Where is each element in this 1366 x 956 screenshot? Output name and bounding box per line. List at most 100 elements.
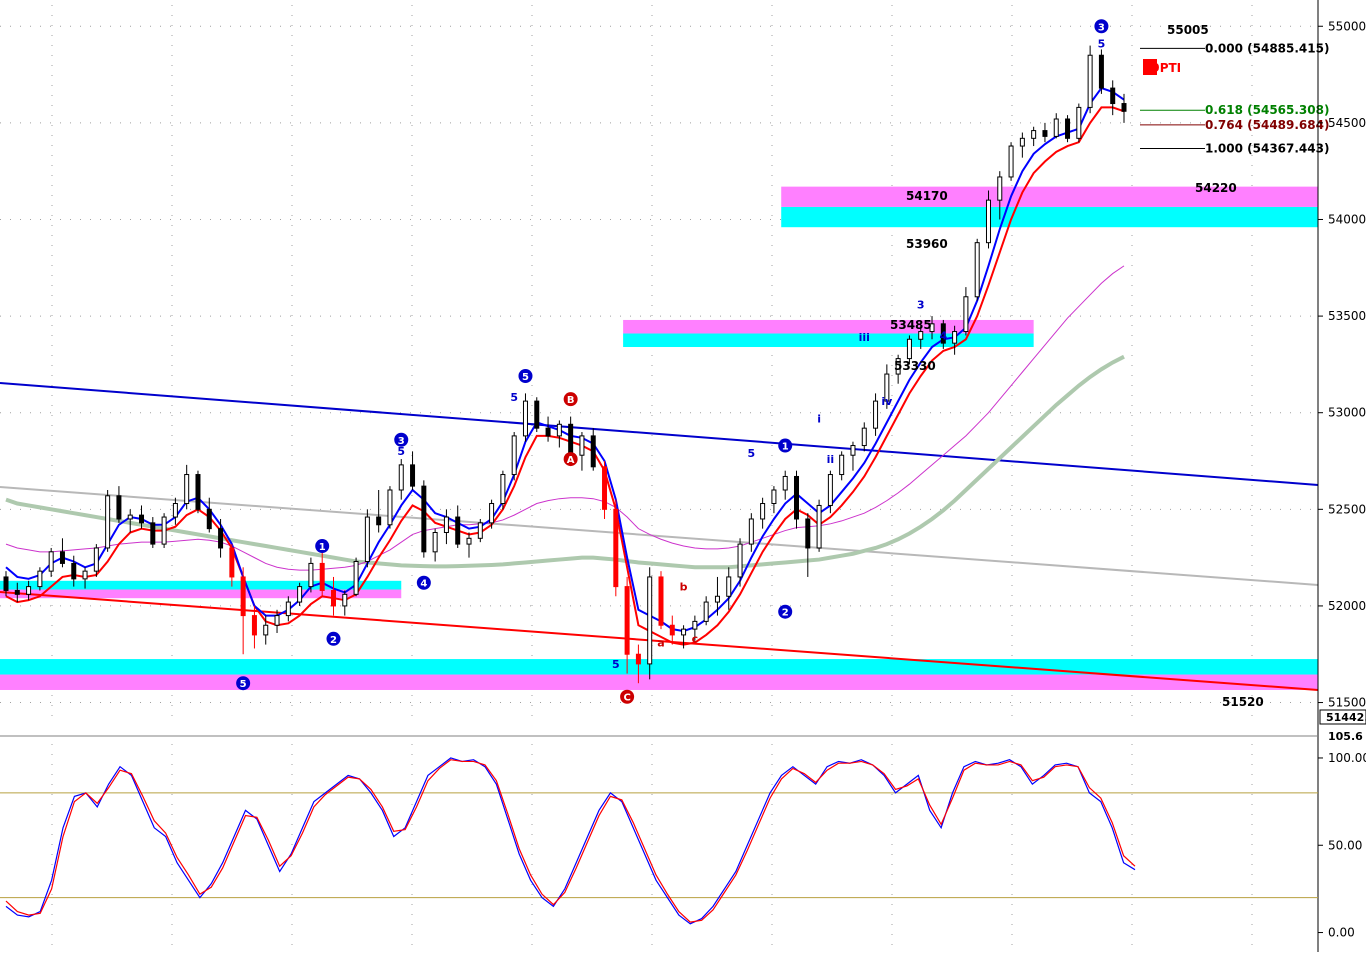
candle-body [522, 400, 528, 437]
wave-marker-label: 5 [240, 679, 247, 690]
wave-label: iv [881, 395, 893, 408]
candle-body [82, 570, 88, 580]
candle-body [477, 522, 483, 539]
candle-body [511, 435, 517, 476]
candle-body [647, 576, 653, 665]
price-label-55005: 55005 [1167, 23, 1209, 37]
candle-body [489, 503, 495, 524]
fib-level-label: 0.000 (54885.415) [1205, 41, 1329, 55]
price-label-53485: 53485 [890, 318, 932, 332]
candle-body [839, 454, 845, 476]
candle-body [150, 522, 156, 545]
wave-marker-label: 2 [330, 635, 337, 646]
candle-body [274, 615, 280, 626]
candle-body [1121, 103, 1127, 112]
candle-body [410, 464, 416, 487]
candle-body [330, 589, 336, 607]
candle-body [861, 427, 867, 447]
wave-label: 5 [612, 658, 620, 671]
candle-body [1098, 54, 1104, 89]
candle-body [794, 475, 800, 520]
candle-body [624, 586, 630, 655]
candle-body [432, 532, 438, 553]
chart-area: 0.000 (54885.415) 0.618 (54565.308) 0.764 … [0, 0, 1366, 952]
candle-body [748, 518, 754, 545]
y-tick-label: 55000 [1328, 19, 1366, 33]
wave-marker-label: 1 [319, 542, 326, 553]
y-tick-label: 53000 [1328, 406, 1366, 420]
candle-body [997, 176, 1003, 201]
wave-marker-label: A [567, 455, 575, 466]
wave-marker-label: C [623, 693, 630, 704]
pti-badge-label: 89PTI [1143, 61, 1181, 75]
candle-body [771, 489, 777, 505]
osc-y-tick-label: 100.00 [1328, 751, 1366, 765]
candle-body [161, 516, 167, 545]
candle-body [692, 620, 698, 630]
candle-body [658, 576, 664, 626]
wave-marker-label: 2 [782, 608, 789, 619]
candle-body [974, 242, 980, 298]
candle-body [308, 562, 314, 588]
candle-body [184, 474, 190, 505]
candle-body [251, 615, 257, 636]
candle-body [139, 514, 145, 524]
candle-body [93, 547, 99, 572]
y-tick-label: 52500 [1328, 502, 1366, 516]
candle-body [1008, 145, 1014, 178]
support-resistance-zone [781, 206, 1318, 228]
candle-body [1087, 54, 1093, 108]
candle-body [263, 624, 269, 636]
candle-body [195, 474, 201, 510]
candle-body [850, 445, 856, 456]
candle-body [681, 628, 687, 636]
price-label-53330: 53330 [894, 359, 936, 373]
candle-body [71, 562, 77, 580]
candle-body [206, 508, 212, 530]
candle-body [26, 586, 32, 595]
osc-last-value-label: 105.6 [1328, 730, 1363, 743]
candle-body [726, 576, 732, 597]
y-tick-label: 53500 [1328, 309, 1366, 323]
wave-marker-label: 1 [782, 442, 789, 453]
candle-body [297, 586, 303, 603]
candle-body [240, 576, 246, 617]
candle-body [218, 528, 224, 549]
fib-level-label: 1.000 (54367.443) [1205, 141, 1329, 155]
candle-body [703, 601, 709, 622]
candle-body [37, 570, 43, 588]
osc-y-tick-label: 50.00 [1328, 838, 1362, 852]
wave-label: iii [859, 331, 870, 344]
candle-body [737, 543, 743, 578]
candle-body [602, 466, 608, 510]
wave-marker-label: B [567, 395, 575, 406]
support-resistance-zone [781, 186, 1318, 207]
candle-body [443, 516, 449, 534]
candle-body [14, 589, 20, 595]
candle-body [319, 562, 325, 591]
wave-label: ii [827, 453, 835, 466]
candle-body [376, 516, 382, 526]
candle-body [105, 495, 111, 549]
price-label-51520: 51520 [1222, 695, 1264, 709]
candle-body [534, 400, 540, 429]
candle-body [3, 576, 9, 591]
candle-body [1076, 106, 1082, 139]
wave-label: b [680, 580, 688, 593]
candle-body [285, 601, 291, 617]
wave-marker-label: 3 [1098, 22, 1105, 33]
candle-body [1110, 87, 1116, 105]
wave-label: 3 [917, 298, 925, 311]
candle-body [116, 495, 122, 520]
support-resistance-zone [623, 333, 1034, 348]
candle-body [952, 331, 958, 344]
wave-label: c [692, 633, 699, 646]
wave-label: 5 [748, 447, 756, 460]
candle-body [398, 464, 404, 491]
wave-label: 4 [939, 329, 947, 342]
candle-body [816, 504, 822, 549]
candle-body [985, 199, 991, 244]
price-label-54220: 54220 [1195, 181, 1237, 195]
price-label-54170: 54170 [906, 189, 948, 203]
candle-body [918, 331, 924, 340]
